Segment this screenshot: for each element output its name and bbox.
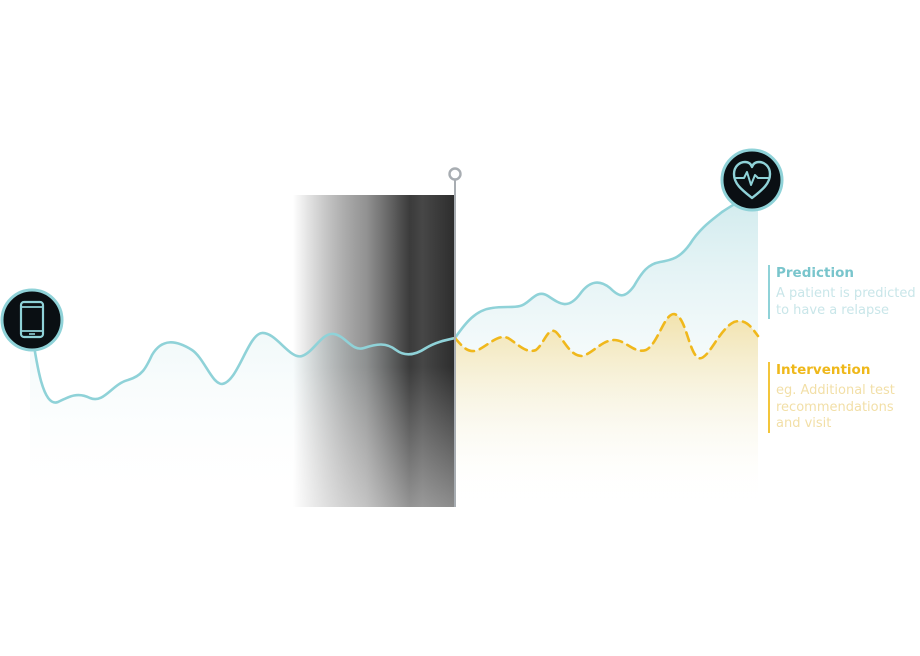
intervention-description: eg. Additional test recommendations and …: [776, 383, 895, 431]
heart-pulse-icon: [720, 148, 784, 212]
legend-prediction: Prediction A patient is predicted to hav…: [768, 265, 916, 319]
relapse-prediction-diagram: [0, 148, 784, 507]
intervention-title: Intervention: [776, 362, 871, 378]
prediction-description: A patient is predicted to have a relapse: [776, 286, 916, 318]
legend-intervention: Intervention eg. Additional test recomme…: [768, 362, 895, 433]
now-marker-pin: [448, 167, 462, 181]
smartphone-icon: [0, 288, 64, 352]
prediction-title: Prediction: [776, 265, 854, 281]
